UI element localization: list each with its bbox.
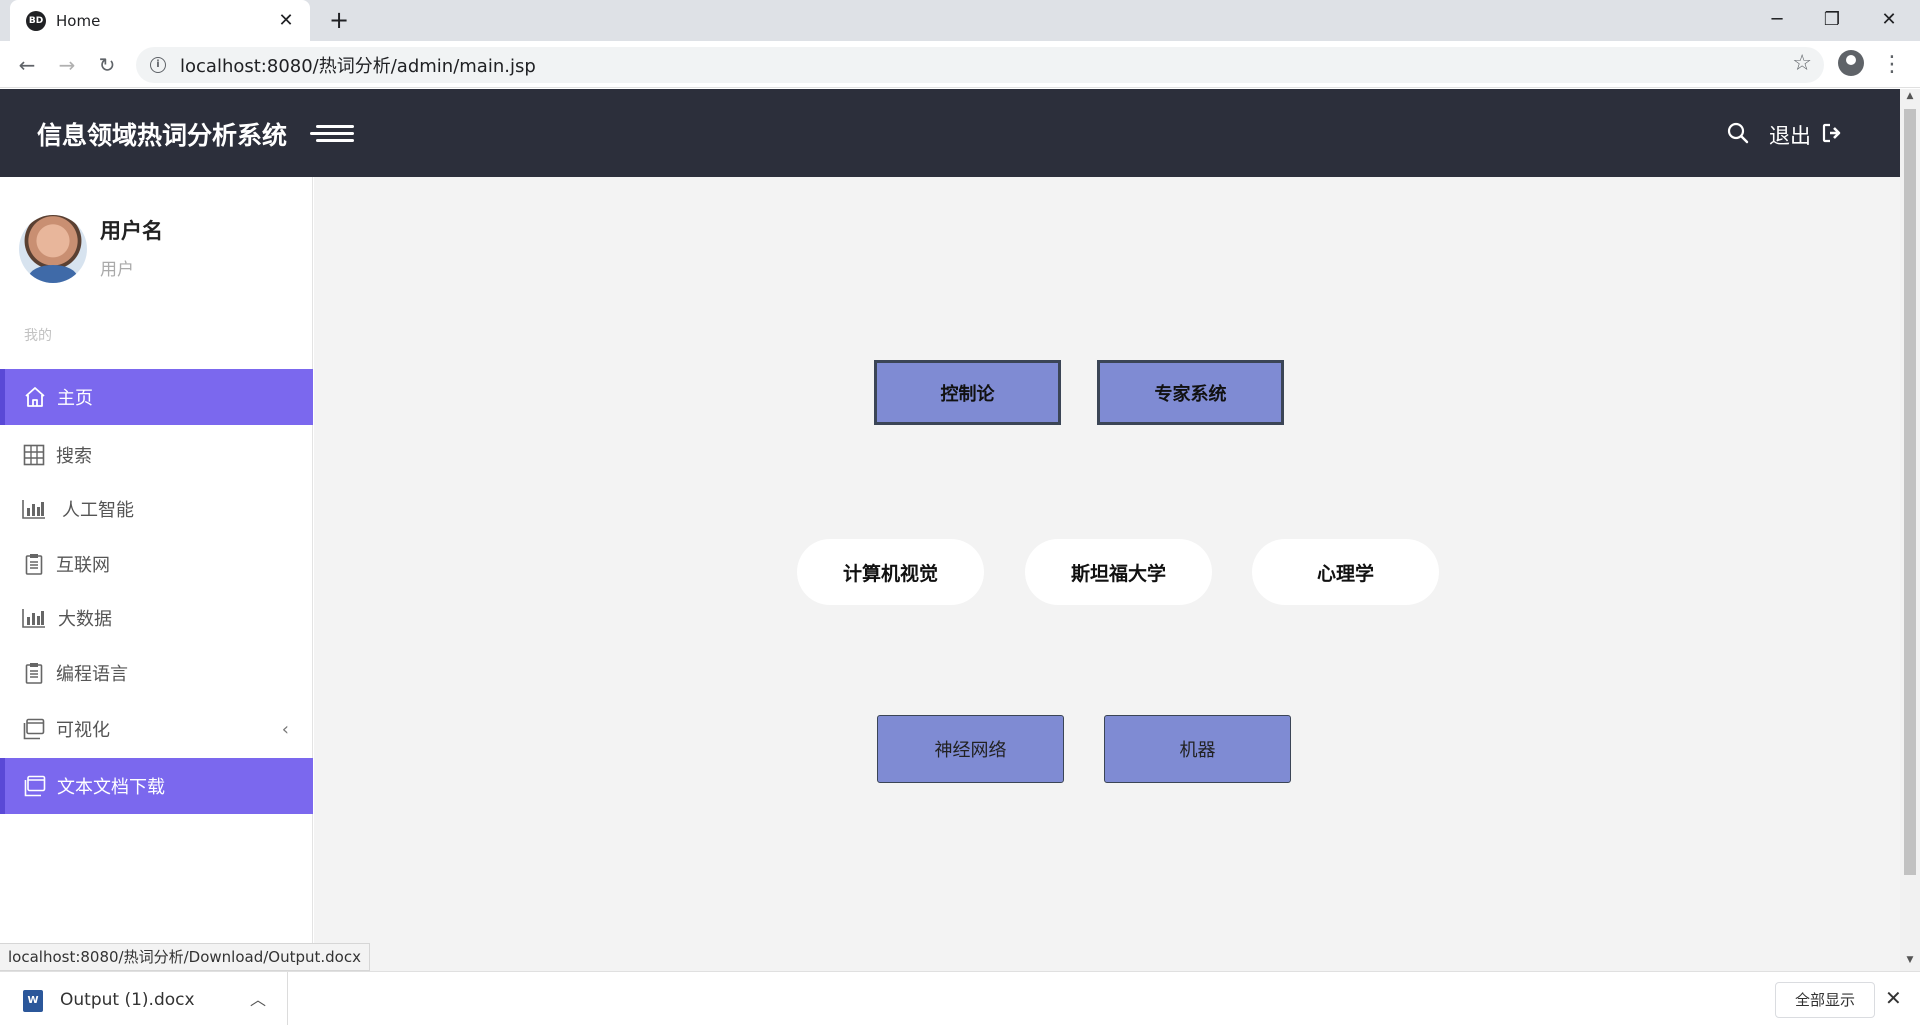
sidebar-item-home[interactable]: 主页 [0, 369, 313, 425]
tab-close-icon[interactable]: ✕ [274, 10, 298, 31]
site-favicon-icon: BD [26, 10, 46, 31]
site-info-icon[interactable]: i [150, 57, 166, 73]
sidebar-item-programming[interactable]: 编程语言 [0, 645, 313, 701]
user-avatar [19, 215, 87, 283]
sidebar-item-label: 人工智能 [62, 500, 134, 521]
clipboard-icon [22, 552, 46, 576]
restore-button[interactable]: ❐ [1809, 6, 1855, 34]
topic-button-stanford[interactable]: 斯坦福大学 [1025, 539, 1212, 605]
logout-link[interactable]: 退出 [1769, 120, 1811, 150]
minimize-button[interactable]: ─ [1754, 6, 1800, 34]
sidebar-item-visualization[interactable]: 可视化 ‹ [0, 701, 313, 757]
sidebar-item-label: 可视化 [56, 720, 110, 741]
app-title: 信息领域热词分析系统 [37, 121, 288, 150]
new-tab-button[interactable]: + [325, 6, 353, 34]
grid-icon [22, 443, 46, 467]
topic-button-neural-network[interactable]: 神经网络 [877, 715, 1064, 783]
window-close-button[interactable]: ✕ [1866, 6, 1912, 34]
sidebar-item-internet[interactable]: 互联网 [0, 536, 313, 592]
sidebar-item-label: 主页 [57, 388, 93, 409]
scroll-thumb[interactable] [1904, 109, 1916, 875]
show-all-downloads-button[interactable]: 全部显示 [1775, 982, 1875, 1018]
browser-toolbar: ← → ↻ i localhost:8080/热词分析/admin/main.j… [0, 41, 1920, 88]
browser-tab-strip: BD Home ✕ + ─ ❐ ✕ [0, 0, 1920, 41]
download-item[interactable]: W Output (1).docx ︿ [0, 972, 288, 1025]
bookmark-star-icon[interactable]: ☆ [1792, 51, 1812, 76]
topic-button-expert-system[interactable]: 专家系统 [1097, 360, 1284, 425]
scroll-down-icon[interactable]: ▼ [1905, 955, 1915, 965]
close-shelf-icon[interactable]: ✕ [1885, 986, 1902, 1010]
back-arrow-icon[interactable]: ← [11, 49, 43, 81]
chevron-up-icon[interactable]: ︿ [250, 986, 266, 1010]
profile-avatar-icon[interactable] [1838, 50, 1864, 76]
topic-button-machine[interactable]: 机器 [1104, 715, 1291, 783]
word-document-icon: W [23, 990, 43, 1012]
sidebar-item-label: 大数据 [58, 609, 112, 630]
sidebar-item-label: 搜索 [56, 446, 92, 467]
sidebar-section-label: 我的 [24, 328, 52, 344]
download-shelf: W Output (1).docx ︿ 全部显示 ✕ [0, 971, 1920, 1025]
topic-button-psychology[interactable]: 心理学 [1252, 539, 1439, 605]
browser-menu-icon[interactable]: ⋮ [1880, 49, 1904, 81]
sign-out-icon[interactable] [1822, 123, 1842, 143]
tab-title: Home [56, 11, 101, 30]
app-header: 信息领域热词分析系统 退出 [0, 89, 1900, 177]
browser-tab-home[interactable]: BD Home ✕ [10, 0, 310, 41]
sidebar-item-ai[interactable]: 人工智能 [0, 481, 313, 537]
window-icon [22, 717, 46, 741]
clipboard-icon [22, 661, 46, 685]
bar-chart-icon [22, 497, 46, 521]
topic-button-cybernetics[interactable]: 控制论 [874, 360, 1061, 425]
url-text[interactable]: localhost:8080/热词分析/admin/main.jsp [180, 52, 536, 78]
user-name: 用户名 [100, 219, 163, 243]
sidebar-item-text-download[interactable]: 文本文档下载 [0, 758, 313, 814]
sidebar-item-label: 互联网 [56, 555, 110, 576]
download-file-name[interactable]: Output (1).docx [60, 990, 195, 1010]
topic-button-computer-vision[interactable]: 计算机视觉 [797, 539, 984, 605]
scroll-up-icon[interactable]: ▲ [1905, 91, 1915, 101]
reload-icon[interactable]: ↻ [91, 49, 123, 81]
status-url-bubble: localhost:8080/热词分析/Download/Output.docx [0, 943, 370, 971]
sidebar-item-label: 文本文档下载 [57, 777, 165, 798]
sidebar-item-big-data[interactable]: 大数据 [0, 590, 313, 646]
address-bar[interactable]: i localhost:8080/热词分析/admin/main.jsp ☆ [136, 47, 1824, 83]
sidebar-toggle-icon[interactable] [310, 121, 358, 145]
sidebar-item-label: 编程语言 [56, 664, 128, 685]
sidebar-item-search[interactable]: 搜索 [0, 427, 313, 483]
window-icon [23, 774, 47, 798]
home-icon [23, 385, 47, 409]
user-role: 用户 [100, 260, 134, 280]
chevron-left-icon: ‹ [281, 718, 289, 740]
forward-arrow-icon[interactable]: → [51, 49, 83, 81]
page-scrollbar[interactable]: ▲ ▼ [1900, 89, 1920, 971]
sidebar: 用户名 用户 我的 主页 搜索 人工智能 互联网 大数据 编程语言 可视化 ‹ … [0, 177, 313, 971]
search-icon[interactable] [1727, 122, 1749, 144]
main-content: 控制论 专家系统 计算机视觉 斯坦福大学 心理学 神经网络 机器 [314, 177, 1900, 971]
bar-chart-icon [22, 606, 46, 630]
